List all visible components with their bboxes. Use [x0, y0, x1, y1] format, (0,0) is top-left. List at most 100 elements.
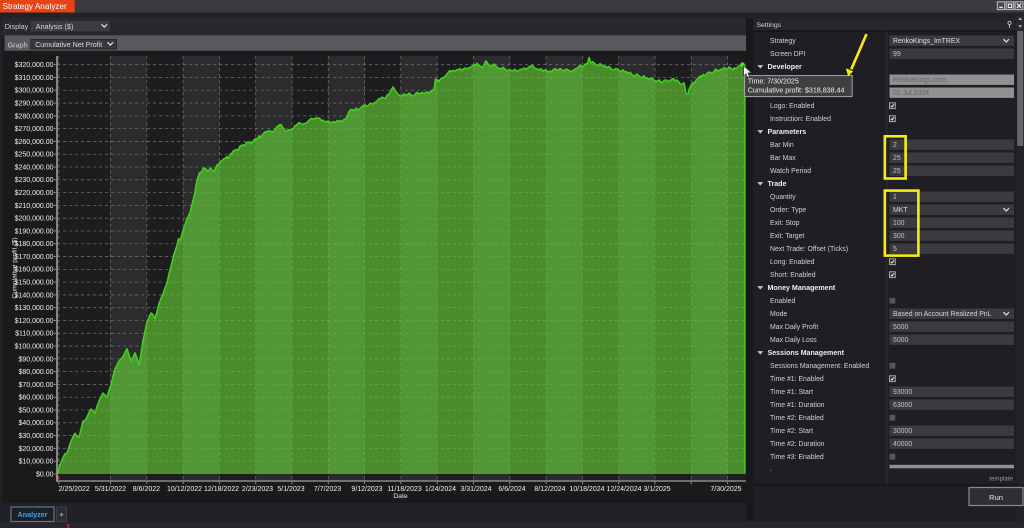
svg-text:7/30/2025: 7/30/2025 — [710, 486, 741, 493]
svg-text:$300,000.00: $300,000.00 — [15, 88, 54, 95]
svg-text:Mode: Mode — [770, 311, 787, 318]
svg-text:Date: Date — [393, 493, 408, 500]
svg-text:Developer: Developer — [768, 63, 803, 71]
svg-text:$10,000.00: $10,000.00 — [18, 459, 53, 466]
svg-text:7/7/2023: 7/7/2023 — [314, 486, 341, 493]
svg-text:3/31/2024: 3/31/2024 — [460, 486, 491, 493]
svg-text:Time #2: Duration: Time #2: Duration — [770, 441, 825, 448]
svg-text:$110,000.00: $110,000.00 — [15, 331, 54, 338]
svg-text:Cumulative Net Profit: Cumulative Net Profit — [35, 41, 102, 49]
svg-text:Next Trade: Offset (Ticks): Next Trade: Offset (Ticks) — [770, 246, 848, 253]
svg-text:$130,000.00: $130,000.00 — [15, 305, 54, 312]
svg-text:10/12/2022: 10/12/2022 — [167, 486, 202, 493]
svg-text:$240,000.00: $240,000.00 — [15, 164, 54, 171]
svg-text:8/6/2022: 8/6/2022 — [133, 486, 160, 493]
svg-text:$120,000.00: $120,000.00 — [15, 318, 54, 325]
svg-text:Instruction: Enabled: Instruction: Enabled — [770, 116, 831, 123]
svg-text:Bar Max: Bar Max — [770, 155, 796, 162]
svg-text:6/6/2024: 6/6/2024 — [498, 486, 525, 493]
svg-text:Logo: Enabled: Logo: Enabled — [770, 103, 815, 110]
svg-text:Watch Period: Watch Period — [770, 168, 811, 175]
svg-text:Analyzer: Analyzer — [18, 510, 48, 519]
svg-text:$280,000.00: $280,000.00 — [15, 113, 54, 120]
svg-text:2/25/2022: 2/25/2022 — [59, 486, 90, 493]
svg-text:Settings: Settings — [757, 22, 782, 29]
svg-text:$230,000.00: $230,000.00 — [15, 177, 54, 184]
svg-text:1/24/2024: 1/24/2024 — [425, 486, 456, 493]
svg-text:Parameters: Parameters — [768, 128, 807, 136]
svg-text:5/31/2022: 5/31/2022 — [95, 486, 126, 493]
svg-text:$0.00: $0.00 — [36, 471, 54, 478]
svg-text:$320,000.00: $320,000.00 — [15, 62, 54, 69]
svg-text:5000: 5000 — [893, 337, 908, 344]
svg-text:Enabled: Enabled — [770, 298, 795, 305]
svg-text:9/12/2023: 9/12/2023 — [351, 486, 382, 493]
svg-text:12/18/2022: 12/18/2022 — [204, 486, 239, 493]
svg-text:2/23/2023: 2/23/2023 — [242, 486, 273, 493]
svg-text:Time #1: Duration: Time #1: Duration — [770, 402, 825, 409]
svg-text:$290,000.00: $290,000.00 — [15, 100, 54, 107]
svg-text:100: 100 — [893, 220, 905, 227]
svg-text:25: 25 — [893, 155, 901, 162]
svg-text:Quantity: Quantity — [770, 194, 796, 201]
svg-text:Strategy: Strategy — [770, 38, 796, 45]
svg-text:40000: 40000 — [893, 441, 912, 448]
svg-text:$100,000.00: $100,000.00 — [15, 343, 54, 350]
svg-text:99: 99 — [893, 51, 901, 58]
svg-text:$220,000.00: $220,000.00 — [15, 190, 54, 197]
svg-text:25: 25 — [893, 168, 901, 175]
svg-text:Short: Enabled: Short: Enabled — [770, 272, 816, 279]
svg-text:$270,000.00: $270,000.00 — [15, 126, 54, 133]
svg-text:$160,000.00: $160,000.00 — [15, 267, 54, 274]
svg-text:2: 2 — [893, 142, 897, 149]
svg-text:$90,000.00: $90,000.00 — [18, 356, 53, 363]
svg-text:8/12/2024: 8/12/2024 — [534, 486, 565, 493]
svg-text:Cumulative profit: $318,838.44: Cumulative profit: $318,838.44 — [748, 87, 845, 95]
svg-text:$310,000.00: $310,000.00 — [15, 75, 54, 82]
svg-text:Sessions Management: Sessions Management — [768, 349, 845, 357]
svg-text:Based on Account Realized PnL: Based on Account Realized PnL — [893, 311, 992, 318]
svg-text:$150,000.00: $150,000.00 — [15, 280, 54, 287]
svg-text:$30,000.00: $30,000.00 — [18, 433, 53, 440]
svg-text:$20,000.00: $20,000.00 — [18, 446, 53, 453]
svg-text:$210,000.00: $210,000.00 — [15, 203, 54, 210]
svg-text:Run: Run — [989, 493, 1003, 502]
svg-text:Bar Min: Bar Min — [770, 142, 794, 149]
svg-text:93000: 93000 — [893, 389, 912, 396]
svg-text:MKT: MKT — [893, 207, 908, 214]
svg-text:template: template — [989, 476, 1013, 483]
svg-text:Time #1: Start: Time #1: Start — [770, 389, 813, 396]
svg-text:Analysis ($): Analysis ($) — [36, 22, 74, 31]
svg-text:Time #3: Enabled: Time #3: Enabled — [770, 454, 824, 461]
svg-text:10/18/2024: 10/18/2024 — [569, 486, 604, 493]
svg-text:$180,000.00: $180,000.00 — [15, 241, 54, 248]
svg-text:$60,000.00: $60,000.00 — [18, 395, 53, 402]
svg-text:$170,000.00: $170,000.00 — [15, 254, 54, 261]
svg-text:5: 5 — [893, 246, 897, 253]
svg-text:Money Management: Money Management — [768, 284, 836, 292]
svg-text:Time #1: Enabled: Time #1: Enabled — [770, 376, 824, 383]
svg-text:RenkoKings_ImTREX: RenkoKings_ImTREX — [893, 38, 960, 45]
svg-text:$40,000.00: $40,000.00 — [18, 420, 53, 427]
svg-text:12/24/2024: 12/24/2024 — [606, 486, 641, 493]
svg-text:300: 300 — [893, 233, 905, 240]
svg-text:Cumulative profit ($): Cumulative profit ($) — [12, 237, 19, 298]
svg-text:$200,000.00: $200,000.00 — [15, 216, 54, 223]
svg-text:$140,000.00: $140,000.00 — [15, 292, 54, 299]
svg-text:02 Jul 2024: 02 Jul 2024 — [893, 90, 929, 97]
svg-text:Sessions Management: Enabled: Sessions Management: Enabled — [770, 363, 869, 370]
svg-text:$80,000.00: $80,000.00 — [18, 369, 53, 376]
svg-text:63000: 63000 — [893, 402, 912, 409]
svg-text:Time: 7/30/2025: Time: 7/30/2025 — [748, 78, 799, 86]
svg-text:Display: Display — [5, 22, 29, 31]
svg-text:3/1/2025: 3/1/2025 — [643, 486, 670, 493]
svg-text:Screen DPI: Screen DPI — [770, 51, 805, 58]
svg-text:Long: Enabled: Long: Enabled — [770, 259, 815, 266]
svg-text:5/1/2023: 5/1/2023 — [277, 486, 304, 493]
svg-text:11/18/2023: 11/18/2023 — [387, 486, 422, 493]
svg-text:$50,000.00: $50,000.00 — [18, 407, 53, 414]
svg-text:Exit: Target: Exit: Target — [770, 233, 804, 240]
svg-text:30000: 30000 — [893, 428, 912, 435]
svg-text:RenkoKings.com: RenkoKings.com — [893, 77, 946, 84]
svg-text:$70,000.00: $70,000.00 — [18, 382, 53, 389]
